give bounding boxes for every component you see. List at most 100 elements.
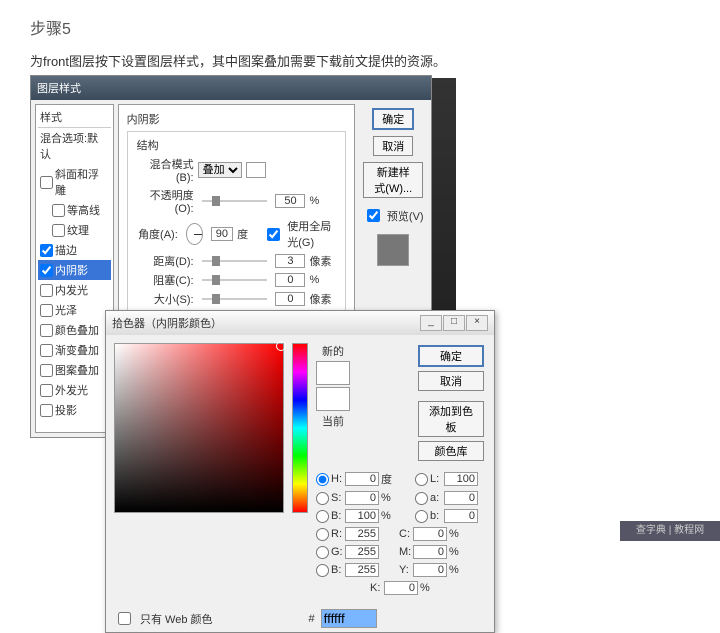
current-color-label: 当前: [322, 413, 344, 429]
panel-title: 内阴影: [127, 111, 347, 127]
style-inner-glow[interactable]: 内发光: [38, 280, 111, 300]
ok-button[interactable]: 确定: [372, 108, 414, 130]
distance-label: 距离(D):: [134, 253, 194, 269]
choke-value[interactable]: 0: [275, 273, 305, 287]
checkbox-texture[interactable]: [52, 224, 65, 237]
new-style-button[interactable]: 新建样式(W)...: [363, 162, 423, 198]
color-picker-titlebar[interactable]: 拾色器（内阴影颜色） _□×: [106, 311, 494, 335]
checkbox-color-overlay[interactable]: [40, 324, 53, 337]
style-stroke[interactable]: 描边: [38, 240, 111, 260]
a-radio[interactable]: [415, 492, 428, 505]
global-light-label: 使用全局光(G): [287, 218, 339, 250]
web-only-label: 只有 Web 颜色: [140, 611, 213, 627]
style-drop-shadow[interactable]: 投影: [38, 400, 111, 420]
preview-swatch: [377, 234, 409, 266]
blend-mode-select[interactable]: 叠加: [198, 162, 242, 178]
watermark: 查字典 | 教程网: [620, 521, 720, 541]
maximize-icon[interactable]: □: [443, 315, 465, 331]
a-value[interactable]: 0: [444, 491, 478, 505]
blend-options-default[interactable]: 混合选项:默认: [38, 128, 111, 164]
style-satin[interactable]: 光泽: [38, 300, 111, 320]
blend-mode-label: 混合模式(B):: [134, 156, 194, 184]
checkbox-stroke[interactable]: [40, 244, 53, 257]
cp-ok-button[interactable]: 确定: [418, 345, 484, 367]
style-texture[interactable]: 纹理: [38, 220, 111, 240]
lab-b-radio[interactable]: [415, 510, 428, 523]
color-libraries-button[interactable]: 颜色库: [418, 441, 484, 461]
choke-slider[interactable]: [202, 279, 268, 281]
r-radio[interactable]: [316, 528, 329, 541]
style-inner-shadow[interactable]: 内阴影: [38, 260, 111, 280]
checkbox-contour[interactable]: [52, 204, 65, 217]
checkbox-inner-shadow[interactable]: [40, 264, 53, 277]
h-value[interactable]: 0: [345, 472, 379, 486]
shadow-color-swatch[interactable]: [246, 162, 266, 178]
color-picker-dialog: 拾色器（内阴影颜色） _□× 新的 当前 确定 取消 添加到色板 颜色库: [105, 310, 495, 633]
global-light-checkbox[interactable]: [267, 228, 280, 241]
angle-label: 角度(A):: [134, 226, 178, 242]
checkbox-outer-glow[interactable]: [40, 384, 53, 397]
opacity-slider[interactable]: [202, 200, 268, 202]
style-outer-glow[interactable]: 外发光: [38, 380, 111, 400]
add-swatch-button[interactable]: 添加到色板: [418, 401, 484, 437]
choke-label: 阻塞(C):: [134, 272, 194, 288]
hue-slider[interactable]: [292, 343, 308, 513]
checkbox-inner-glow[interactable]: [40, 284, 53, 297]
size-value[interactable]: 0: [275, 292, 305, 306]
window-controls: _□×: [419, 315, 488, 331]
structure-label: 结构: [134, 137, 162, 153]
current-color-swatch[interactable]: [316, 387, 350, 411]
minimize-icon[interactable]: _: [420, 315, 442, 331]
r-value[interactable]: 255: [345, 527, 379, 541]
angle-dial[interactable]: [186, 223, 203, 245]
dialog-titlebar[interactable]: 图层样式: [31, 76, 431, 100]
g-radio[interactable]: [316, 546, 329, 559]
lab-b-value[interactable]: 0: [444, 509, 478, 523]
y-value[interactable]: 0: [413, 563, 447, 577]
checkbox-bevel[interactable]: [40, 176, 53, 189]
hex-label: #: [309, 613, 315, 625]
style-bevel[interactable]: 斜面和浮雕: [38, 164, 111, 200]
distance-value[interactable]: 3: [275, 254, 305, 268]
size-slider[interactable]: [202, 298, 268, 300]
close-icon[interactable]: ×: [466, 315, 488, 331]
size-label: 大小(S):: [134, 291, 194, 307]
step-title: 步骤5: [0, 0, 720, 39]
s-value[interactable]: 0: [345, 491, 379, 505]
checkbox-pattern-overlay[interactable]: [40, 364, 53, 377]
distance-slider[interactable]: [202, 260, 268, 262]
preview-checkbox[interactable]: [367, 209, 380, 222]
l-radio[interactable]: [415, 473, 428, 486]
c-value[interactable]: 0: [413, 527, 447, 541]
new-color-label: 新的: [322, 343, 344, 359]
h-radio[interactable]: [316, 473, 329, 486]
color-picker-title: 拾色器（内阴影颜色）: [112, 315, 222, 331]
angle-value[interactable]: 90: [211, 227, 234, 241]
color-field[interactable]: [114, 343, 284, 513]
k-value[interactable]: 0: [384, 581, 418, 595]
cancel-button[interactable]: 取消: [373, 136, 413, 156]
web-only-checkbox[interactable]: [118, 612, 131, 625]
b-radio[interactable]: [316, 510, 329, 523]
cp-cancel-button[interactable]: 取消: [418, 371, 484, 391]
checkbox-satin[interactable]: [40, 304, 53, 317]
style-contour[interactable]: 等高线: [38, 200, 111, 220]
style-pattern-overlay[interactable]: 图案叠加: [38, 360, 111, 380]
dialog-title: 图层样式: [37, 80, 81, 96]
style-color-overlay[interactable]: 颜色叠加: [38, 320, 111, 340]
styles-header: 样式: [38, 107, 111, 128]
hex-input[interactable]: [321, 609, 377, 628]
rgb-b-radio[interactable]: [316, 564, 329, 577]
styles-list: 样式 混合选项:默认 斜面和浮雕 等高线 纹理 描边 内阴影 内发光 光泽 颜色…: [35, 104, 114, 433]
color-marker[interactable]: [276, 341, 286, 351]
checkbox-drop-shadow[interactable]: [40, 404, 53, 417]
b-value[interactable]: 100: [345, 509, 379, 523]
opacity-value[interactable]: 50: [275, 194, 305, 208]
g-value[interactable]: 255: [345, 545, 379, 559]
l-value[interactable]: 100: [444, 472, 478, 486]
m-value[interactable]: 0: [413, 545, 447, 559]
checkbox-gradient-overlay[interactable]: [40, 344, 53, 357]
s-radio[interactable]: [316, 492, 329, 505]
style-gradient-overlay[interactable]: 渐变叠加: [38, 340, 111, 360]
rgb-b-value[interactable]: 255: [345, 563, 379, 577]
